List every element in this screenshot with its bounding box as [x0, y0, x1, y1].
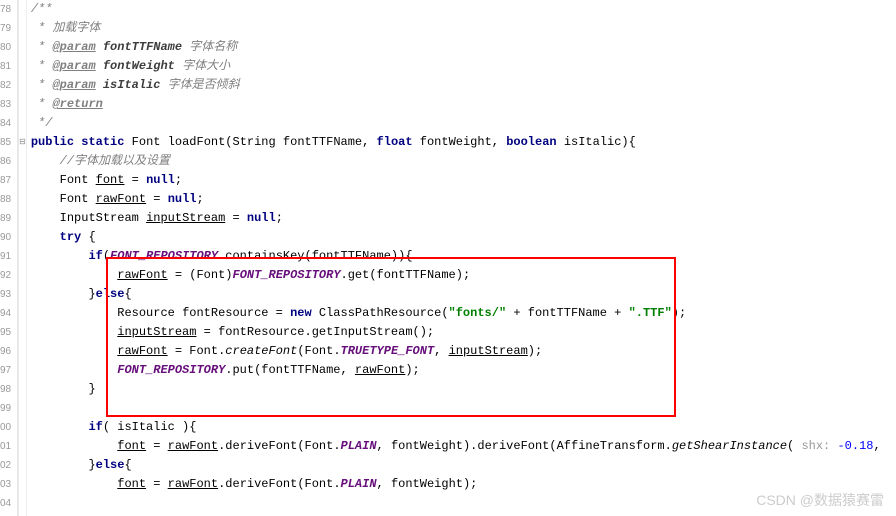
fold-column: ⊟	[19, 0, 27, 516]
doc-open: /**	[31, 2, 53, 16]
watermark: CSDN @数据猿赛雷	[756, 490, 884, 510]
code-editor[interactable]: 7879808182838485868788899091929394959697…	[0, 0, 896, 516]
doc-close: */	[31, 116, 53, 130]
doc-l1: * 加载字体	[31, 21, 101, 35]
fold-icon[interactable]: ⊟	[19, 133, 26, 152]
code-area[interactable]: /** * 加载字体 * @param fontTTFName 字体名称 * @…	[27, 0, 896, 516]
line-gutter: 7879808182838485868788899091929394959697…	[0, 0, 18, 516]
